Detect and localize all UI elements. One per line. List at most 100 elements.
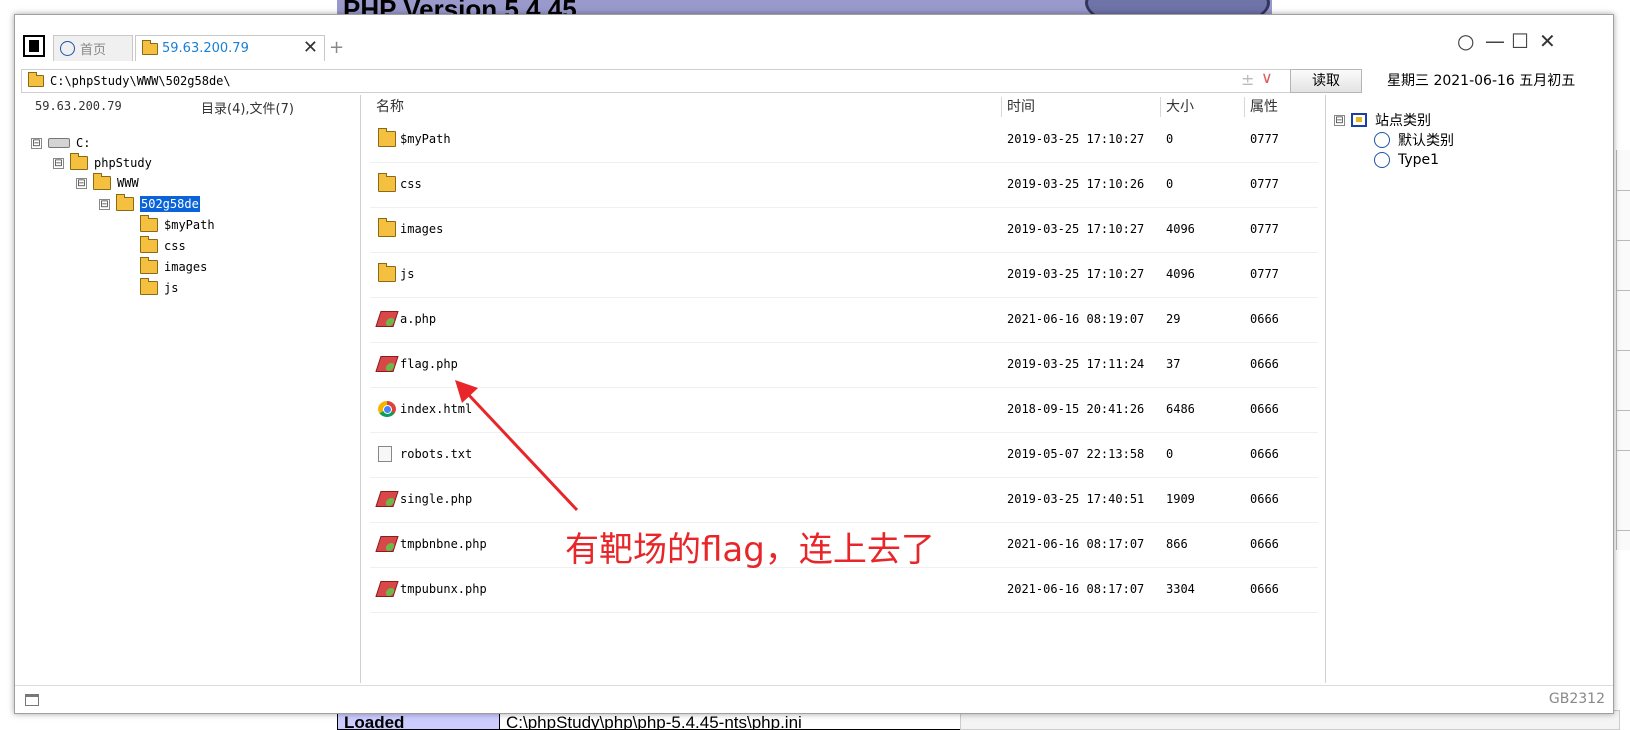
path-value: C:\phpStudy\WWW\502g58de\ bbox=[50, 74, 231, 88]
minimize-button[interactable]: — bbox=[1485, 29, 1505, 53]
collapse-toggle[interactable]: ⊟ bbox=[53, 157, 64, 169]
category-root[interactable]: ⊟ 站点类别 bbox=[1334, 110, 1431, 130]
add-tab-button[interactable]: + bbox=[329, 37, 344, 58]
file-row[interactable]: a.php 2021-06-16 08:19:07 29 0666 bbox=[370, 299, 1318, 343]
tab-site-label: 59.63.200.79 bbox=[162, 41, 249, 56]
file-size: 3304 bbox=[1166, 582, 1195, 596]
file-name: css bbox=[400, 177, 422, 191]
file-row[interactable]: $myPath 2019-03-25 17:10:27 0 0777 bbox=[370, 119, 1318, 163]
file-time: 2019-03-25 17:40:51 bbox=[1007, 492, 1145, 506]
folder-icon bbox=[140, 215, 158, 232]
tree-node-label: phpStudy bbox=[94, 156, 152, 170]
collapse-toggle[interactable]: ⊟ bbox=[99, 198, 110, 210]
tree-node-www[interactable]: ⊟ WWW bbox=[76, 173, 139, 193]
title-bar: 首页 59.63.200.79 ✕ + ○ — ☐ ✕ bbox=[15, 15, 1613, 65]
app-icon[interactable] bbox=[23, 35, 45, 57]
collapse-toggle[interactable]: ⊟ bbox=[1334, 114, 1345, 126]
file-name: js bbox=[400, 267, 415, 281]
file-attr: 0777 bbox=[1250, 132, 1279, 146]
category-item-type1[interactable]: Type1 bbox=[1374, 150, 1439, 170]
encoding-label[interactable]: GB2312 bbox=[1549, 691, 1605, 707]
tree-node-label: WWW bbox=[117, 176, 139, 190]
file-name: tmpubunx.php bbox=[400, 582, 487, 596]
file-size: 0 bbox=[1166, 132, 1174, 146]
date-display: 星期三 2021-06-16 五月初五 bbox=[1387, 73, 1576, 89]
maximize-button[interactable]: ☐ bbox=[1511, 29, 1529, 53]
read-button[interactable]: 读取 bbox=[1290, 69, 1362, 93]
file-name: tmpbnbne.php bbox=[400, 537, 487, 551]
path-toggle-icon[interactable]: ± bbox=[1241, 70, 1254, 89]
file-attr: 0666 bbox=[1250, 492, 1279, 506]
text-file-icon bbox=[378, 446, 392, 462]
file-attr: 0666 bbox=[1250, 537, 1279, 551]
file-name: flag.php bbox=[400, 357, 458, 371]
tree-node-mypath[interactable]: $myPath bbox=[140, 215, 215, 235]
category-root-label: 站点类别 bbox=[1375, 113, 1431, 129]
file-name: index.html bbox=[400, 402, 473, 416]
file-name: a.php bbox=[400, 312, 437, 326]
folder-icon bbox=[142, 39, 158, 55]
column-header-name[interactable]: 名称 bbox=[376, 95, 404, 119]
tree-node-label-selected: 502g58de bbox=[140, 196, 200, 212]
column-divider[interactable] bbox=[1001, 97, 1002, 117]
tab-home[interactable]: 首页 bbox=[53, 35, 133, 61]
file-row[interactable]: single.php 2019-03-25 17:40:51 1909 0666 bbox=[370, 479, 1318, 523]
close-window-button[interactable]: ✕ bbox=[1539, 29, 1556, 53]
host-label: 59.63.200.79 bbox=[35, 99, 122, 113]
category-item-default[interactable]: 默认类别 bbox=[1374, 130, 1454, 150]
folder-icon bbox=[116, 194, 134, 211]
folder-icon bbox=[140, 278, 158, 295]
column-header-attr[interactable]: 属性 bbox=[1250, 95, 1278, 119]
file-name: robots.txt bbox=[400, 447, 473, 461]
file-time: 2018-09-15 20:41:26 bbox=[1007, 402, 1145, 416]
file-attr: 0777 bbox=[1250, 222, 1279, 236]
file-row[interactable]: js 2019-03-25 17:10:27 4096 0777 bbox=[370, 254, 1318, 298]
folder-icon bbox=[93, 173, 111, 190]
file-attr: 0666 bbox=[1250, 402, 1279, 416]
tab-close-icon[interactable]: ✕ bbox=[303, 37, 318, 58]
tree-node-images[interactable]: images bbox=[140, 257, 207, 277]
tree-node-label: $myPath bbox=[164, 218, 215, 232]
tree-node-drive-c[interactable]: ⊟ C: bbox=[31, 133, 90, 153]
window-icon[interactable] bbox=[25, 694, 39, 706]
php-file-icon bbox=[375, 356, 399, 372]
column-divider[interactable] bbox=[1160, 97, 1161, 117]
folder-icon bbox=[28, 72, 44, 87]
annotation-text: 有靶场的flag，连上去了 bbox=[565, 530, 935, 570]
file-manager-window: 首页 59.63.200.79 ✕ + ○ — ☐ ✕ C:\phpStudy\… bbox=[14, 14, 1614, 714]
tree-node-label: images bbox=[164, 260, 208, 274]
file-size: 37 bbox=[1166, 357, 1181, 371]
column-header-time[interactable]: 时间 bbox=[1007, 95, 1035, 119]
file-row[interactable]: images 2019-03-25 17:10:27 4096 0777 bbox=[370, 209, 1318, 253]
path-input[interactable]: C:\phpStudy\WWW\502g58de\ bbox=[21, 69, 1303, 93]
file-size: 6486 bbox=[1166, 402, 1195, 416]
tab-site[interactable]: 59.63.200.79 ✕ bbox=[135, 35, 325, 61]
collapse-toggle[interactable]: ⊟ bbox=[76, 177, 87, 189]
file-row[interactable]: index.html 2018-09-15 20:41:26 6486 0666 bbox=[370, 389, 1318, 433]
folder-icon bbox=[378, 218, 396, 237]
php-file-icon bbox=[375, 311, 399, 327]
file-attr: 0666 bbox=[1250, 582, 1279, 596]
tree-node-css[interactable]: css bbox=[140, 236, 186, 256]
category-icon bbox=[1351, 113, 1367, 127]
column-divider[interactable] bbox=[1244, 97, 1245, 117]
file-size: 29 bbox=[1166, 312, 1181, 326]
collapse-toggle[interactable]: ⊟ bbox=[31, 137, 42, 149]
column-header-size[interactable]: 大小 bbox=[1166, 95, 1194, 119]
file-row[interactable]: flag.php 2019-03-25 17:11:24 37 0666 bbox=[370, 344, 1318, 388]
folder-icon bbox=[378, 128, 396, 147]
tree-node-502g58de[interactable]: ⊟ 502g58de bbox=[99, 194, 200, 214]
circle-icon[interactable]: ○ bbox=[1457, 29, 1474, 53]
tree-node-phpstudy[interactable]: ⊟ phpStudy bbox=[53, 153, 152, 173]
background-right-window bbox=[1616, 150, 1630, 550]
file-row[interactable]: tmpubunx.php 2021-06-16 08:17:07 3304 0666 bbox=[370, 569, 1318, 613]
file-row[interactable]: css 2019-03-25 17:10:26 0 0777 bbox=[370, 164, 1318, 208]
file-attr: 0777 bbox=[1250, 267, 1279, 281]
file-size: 0 bbox=[1166, 447, 1174, 461]
globe-icon bbox=[1374, 132, 1390, 148]
file-time: 2021-06-16 08:17:07 bbox=[1007, 537, 1145, 551]
tree-node-js[interactable]: js bbox=[140, 278, 178, 298]
tree-node-label: C: bbox=[76, 136, 91, 150]
file-row[interactable]: robots.txt 2019-05-07 22:13:58 0 0666 bbox=[370, 434, 1318, 478]
path-dropdown-icon[interactable]: ∨ bbox=[1261, 68, 1273, 87]
